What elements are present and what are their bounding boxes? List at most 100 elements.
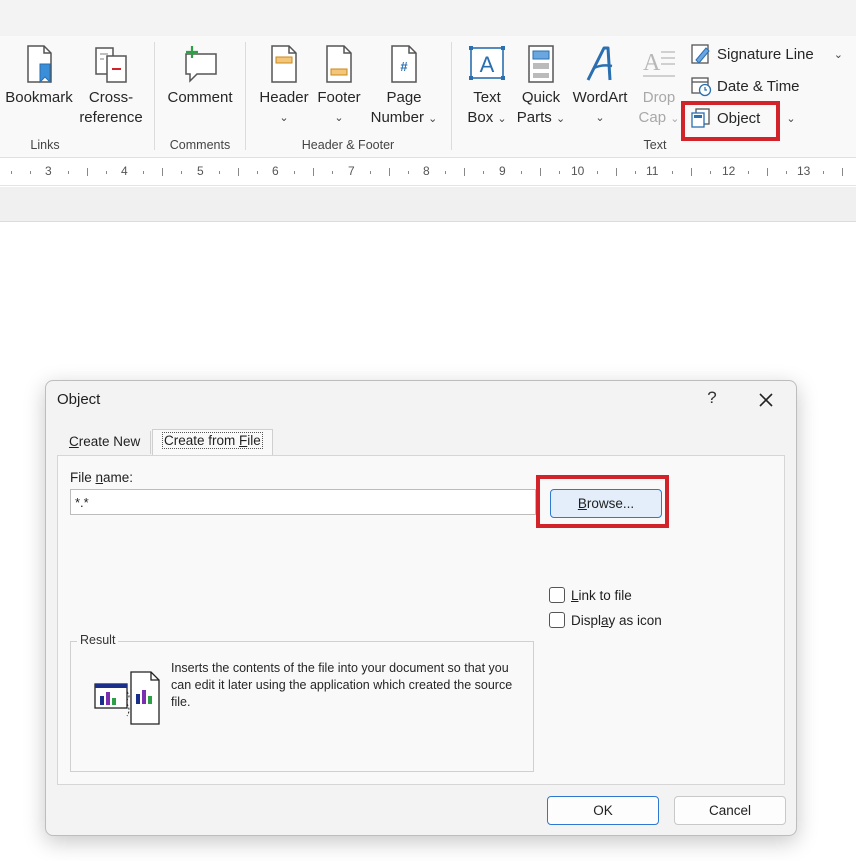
svg-text:#: # bbox=[400, 59, 408, 74]
top-strip bbox=[0, 0, 856, 36]
signature-line-label: Signature Line bbox=[717, 45, 814, 63]
highlight-object-button bbox=[681, 101, 780, 141]
page-number-label-line2: Number bbox=[370, 109, 424, 126]
text-box-label-line2: Box bbox=[467, 109, 494, 126]
link-to-file-checkbox[interactable]: Link to file bbox=[549, 585, 632, 605]
ruler-number: 4 bbox=[121, 164, 128, 178]
group-separator bbox=[154, 42, 155, 150]
chevron-down-icon: ⌄ bbox=[555, 113, 566, 125]
page-number-label-line1: Page bbox=[386, 89, 422, 106]
file-name-input[interactable] bbox=[70, 489, 536, 515]
result-label: Result bbox=[77, 633, 119, 647]
ok-button[interactable]: OK bbox=[547, 796, 659, 825]
footer-icon bbox=[326, 45, 352, 83]
display-as-icon-label-pre: Displ bbox=[571, 612, 602, 628]
wordart-label: WordArt bbox=[572, 89, 628, 106]
bookmark-label: Bookmark bbox=[5, 89, 73, 106]
display-as-icon-checkbox[interactable]: Displ a y as icon bbox=[549, 610, 662, 630]
close-icon[interactable] bbox=[752, 386, 780, 414]
text-box-icon: A bbox=[469, 46, 505, 80]
result-description: Inserts the contents of the file into yo… bbox=[171, 661, 513, 709]
highlight-browse-button bbox=[536, 475, 669, 528]
tab-create-new-label-post: reate New bbox=[78, 434, 141, 449]
chevron-down-icon: ⌄ bbox=[334, 112, 344, 124]
cross-reference-label-line1: Cross- bbox=[88, 89, 134, 106]
tab-create-new[interactable]: Create New bbox=[59, 431, 152, 454]
tab-create-new-accesskey: C bbox=[69, 434, 79, 449]
ruler-number: 13 bbox=[797, 164, 811, 178]
group-label-header-footer: Header & Footer bbox=[301, 138, 395, 152]
result-icon bbox=[94, 671, 160, 725]
ruler: 3 4 5 6 7 8 9 10 11 12 13 bbox=[0, 158, 856, 186]
date-time-label: Date & Time bbox=[717, 77, 800, 95]
signature-line-icon bbox=[691, 44, 710, 64]
group-label-text: Text bbox=[643, 138, 667, 152]
help-button[interactable]: ? bbox=[702, 388, 722, 412]
quick-parts-label-line1: Quick bbox=[521, 89, 561, 106]
text-box-button[interactable]: A Text Box ⌄ bbox=[462, 44, 512, 129]
drop-cap-button: A Drop Cap ⌄ bbox=[636, 44, 682, 129]
display-as-icon-label-post: y as icon bbox=[608, 612, 662, 628]
bookmark-button[interactable]: Bookmark bbox=[4, 44, 74, 108]
create-from-file-panel: File name: Browse... Link to file Displa… bbox=[57, 455, 785, 785]
ruler-number: 11 bbox=[646, 164, 659, 178]
ruler-number: 12 bbox=[722, 164, 736, 178]
page-number-button[interactable]: # Page Number ⌄ bbox=[368, 44, 440, 129]
page-number-icon: # bbox=[391, 45, 417, 83]
tab-create-from-file-label-pre: Create from bbox=[164, 433, 240, 448]
comment-button[interactable]: Comment bbox=[163, 44, 237, 108]
file-name-label-post: ame: bbox=[103, 470, 134, 485]
file-name-accesskey: n bbox=[95, 470, 104, 485]
checkbox-box[interactable] bbox=[549, 587, 565, 603]
drop-cap-label-line2: Cap bbox=[638, 109, 667, 126]
link-to-file-label-post: ink to file bbox=[578, 587, 632, 603]
ruler-number: 5 bbox=[197, 164, 204, 178]
bookmark-icon bbox=[27, 45, 52, 84]
comment-icon bbox=[185, 46, 217, 83]
file-name-label-pre: File bbox=[70, 470, 96, 485]
tab-create-from-file-label-post: ile bbox=[247, 433, 261, 448]
header-icon bbox=[271, 45, 297, 83]
chevron-down-icon: ⌄ bbox=[497, 113, 507, 125]
group-label-comments: Comments bbox=[169, 138, 231, 152]
wordart-button[interactable]: WordArt ⌄ bbox=[568, 44, 632, 128]
cross-reference-button[interactable]: Cross- reference bbox=[76, 44, 146, 128]
footer-button[interactable]: Footer ⌄ bbox=[312, 44, 366, 128]
tab-create-from-file[interactable]: Create from File bbox=[152, 429, 273, 455]
dialog-title: Object bbox=[57, 391, 101, 408]
display-as-icon-accesskey: a bbox=[601, 612, 609, 628]
cross-reference-icon bbox=[95, 47, 127, 83]
quick-parts-icon bbox=[528, 45, 554, 83]
date-time-icon bbox=[691, 77, 712, 97]
chevron-down-icon: ⌄ bbox=[595, 112, 605, 124]
ruler-number: 6 bbox=[272, 164, 279, 178]
drop-cap-label-line1: Drop bbox=[642, 89, 676, 106]
header-button[interactable]: Header ⌄ bbox=[256, 44, 312, 128]
quick-parts-button[interactable]: Quick Parts ⌄ bbox=[514, 44, 568, 129]
ruler-number: 8 bbox=[423, 164, 430, 178]
signature-line-button[interactable]: Signature Line ⌄ bbox=[690, 41, 843, 67]
ruler-gray-band bbox=[0, 187, 856, 222]
date-time-button[interactable]: Date & Time bbox=[690, 73, 800, 99]
cross-reference-label-line2: reference bbox=[79, 109, 143, 126]
header-label: Header bbox=[259, 89, 309, 106]
footer-label: Footer bbox=[317, 89, 361, 106]
ruler-number: 7 bbox=[348, 164, 355, 178]
chevron-down-icon: ⌄ bbox=[279, 112, 289, 124]
svg-text:A: A bbox=[643, 50, 661, 76]
group-separator bbox=[451, 42, 452, 150]
quick-parts-label-line2: Parts bbox=[516, 109, 552, 126]
comment-label: Comment bbox=[167, 89, 233, 106]
checkbox-box[interactable] bbox=[549, 612, 565, 628]
cancel-button[interactable]: Cancel bbox=[674, 796, 786, 825]
svg-text:A: A bbox=[480, 52, 495, 77]
result-groupbox: Result Inserts the contents of the file … bbox=[70, 633, 534, 772]
object-dialog: Object ? Create New Create from File Fil… bbox=[45, 380, 797, 836]
chevron-down-icon: ⌄ bbox=[670, 113, 680, 125]
ruler-number: 3 bbox=[45, 164, 52, 178]
group-label-links: Links bbox=[30, 138, 60, 152]
text-box-label-line1: Text bbox=[473, 89, 501, 106]
file-name-label: File name: bbox=[70, 470, 133, 485]
chevron-down-icon[interactable]: ⌄ bbox=[786, 112, 795, 125]
chevron-down-icon[interactable]: ⌄ bbox=[834, 48, 843, 61]
